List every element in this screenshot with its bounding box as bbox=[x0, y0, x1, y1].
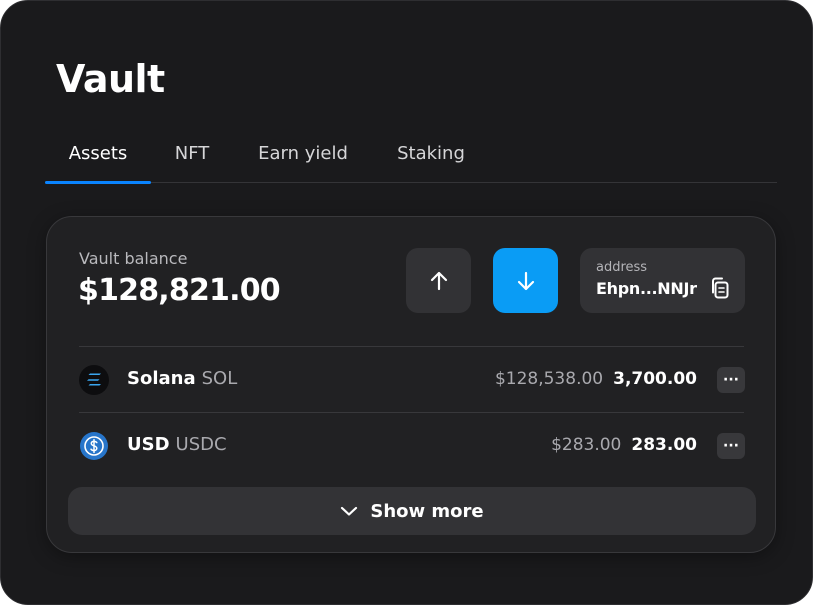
address-value: Ehpn...NNJr bbox=[596, 279, 697, 298]
arrow-up-icon bbox=[430, 271, 447, 290]
asset-name-text: Solana bbox=[127, 368, 196, 389]
balance-value: $128,821.00 bbox=[78, 273, 281, 308]
tab-earn-yield[interactable]: Earn yield bbox=[242, 137, 364, 183]
send-button[interactable] bbox=[406, 248, 471, 313]
receive-button[interactable] bbox=[493, 248, 558, 313]
asset-usd-value: $283.00 bbox=[551, 435, 622, 455]
tab-assets[interactable]: Assets bbox=[45, 137, 151, 184]
page-title: Vault bbox=[56, 57, 165, 101]
tab-nft[interactable]: NFT bbox=[151, 137, 233, 183]
asset-symbol: USDC bbox=[175, 434, 227, 455]
asset-amount: 283.00 bbox=[631, 435, 697, 455]
balance-label: Vault balance bbox=[79, 249, 188, 268]
asset-row-sol: Solana SOL $128,538.00 3,700.00 ··· bbox=[79, 347, 745, 411]
more-options-button[interactable]: ··· bbox=[717, 367, 745, 393]
arrow-down-icon bbox=[517, 271, 534, 290]
asset-name-text: USD bbox=[127, 434, 170, 455]
tab-bar: Assets NFT Earn yield Staking bbox=[45, 137, 777, 184]
address-copy-button[interactable]: address Ehpn...NNJr bbox=[580, 248, 745, 313]
vault-window: Vault Assets NFT Earn yield Staking Vaul… bbox=[0, 0, 813, 605]
copy-icon bbox=[712, 277, 729, 299]
chevron-down-icon bbox=[341, 506, 358, 516]
asset-usd-value: $128,538.00 bbox=[494, 369, 604, 389]
vault-card: Vault balance $128,821.00 address Ehpn..… bbox=[46, 216, 776, 553]
asset-name: USD USDC bbox=[127, 434, 227, 455]
address-label: address bbox=[596, 260, 648, 275]
asset-symbol: SOL bbox=[201, 368, 238, 389]
more-options-button[interactable]: ··· bbox=[717, 433, 745, 459]
asset-row-usdc: USD USDC $283.00 283.00 ··· bbox=[79, 413, 745, 477]
asset-amounts: $283.00 283.00 bbox=[551, 435, 697, 455]
usdc-logo-icon bbox=[80, 432, 108, 460]
tab-staking[interactable]: Staking bbox=[384, 137, 478, 183]
asset-amount: 3,700.00 bbox=[613, 369, 697, 389]
asset-amounts: $128,538.00 3,700.00 bbox=[495, 369, 697, 389]
asset-name: Solana SOL bbox=[127, 368, 237, 389]
solana-logo-icon bbox=[79, 365, 109, 395]
show-more-label: Show more bbox=[370, 500, 484, 522]
show-more-button[interactable]: Show more bbox=[68, 487, 756, 535]
